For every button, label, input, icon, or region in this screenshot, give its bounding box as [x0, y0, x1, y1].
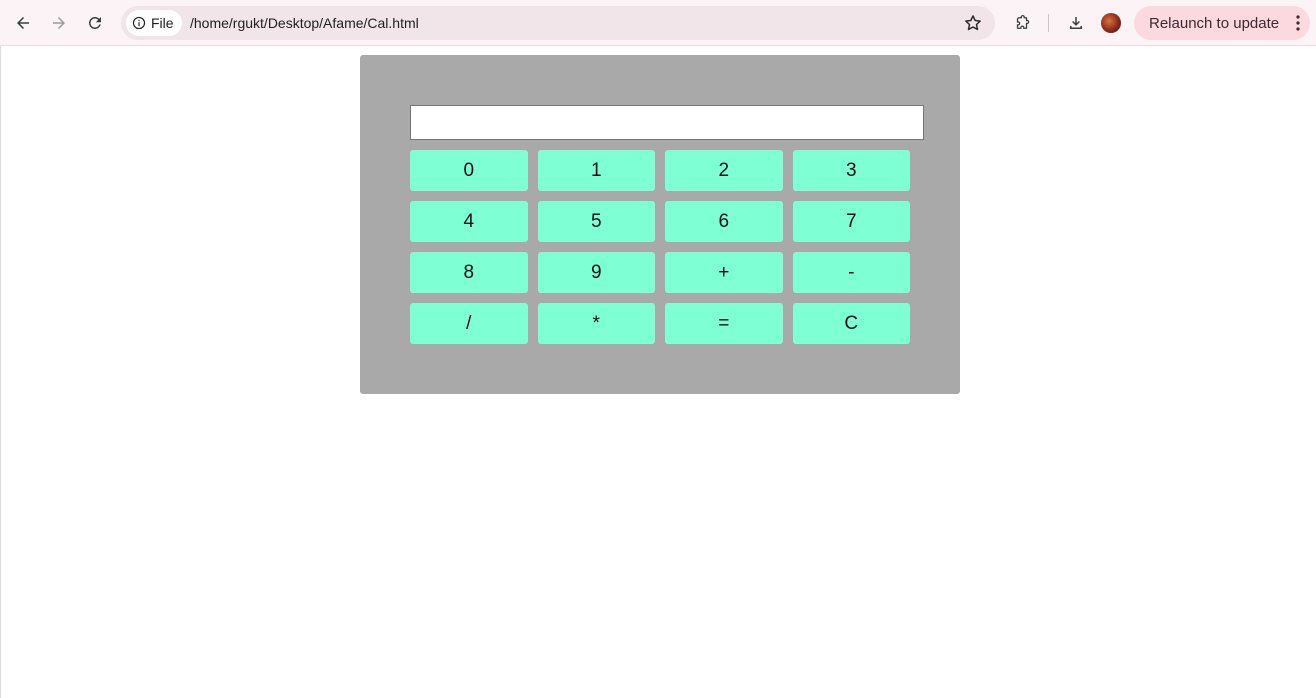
puzzle-icon — [1016, 14, 1030, 29]
calculator-keypad: 0 1 2 3 4 5 6 7 8 9 + - / * = C — [410, 150, 910, 344]
page-content: 0 1 2 3 4 5 6 7 8 9 + - / * = C — [0, 46, 1316, 698]
star-icon[interactable] — [963, 13, 983, 33]
key-8[interactable]: 8 — [410, 252, 528, 293]
address-bar[interactable]: File /home/rgukt/Desktop/Afame/Cal.html — [121, 6, 995, 40]
key-clear[interactable]: C — [792, 303, 910, 344]
relaunch-button[interactable]: Relaunch to update — [1134, 6, 1310, 40]
relaunch-label: Relaunch to update — [1149, 14, 1280, 32]
back-arrow-icon — [17, 17, 29, 29]
info-icon — [132, 16, 146, 30]
key-7[interactable]: 7 — [792, 201, 910, 242]
key-5[interactable]: 5 — [537, 201, 655, 242]
url-text[interactable]: /home/rgukt/Desktop/Afame/Cal.html — [190, 6, 419, 40]
download-icon — [1070, 17, 1082, 29]
extensions-button[interactable] — [1007, 8, 1037, 38]
key-plus[interactable]: + — [665, 252, 783, 293]
site-chip-label: File — [151, 15, 174, 31]
key-6[interactable]: 6 — [665, 201, 783, 242]
key-9[interactable]: 9 — [537, 252, 655, 293]
key-divide[interactable]: / — [410, 303, 528, 344]
kebab-menu-icon — [1296, 15, 1300, 31]
reload-button[interactable] — [80, 8, 110, 38]
key-equals[interactable]: = — [665, 303, 783, 344]
key-3[interactable]: 3 — [792, 150, 910, 191]
forward-button[interactable] — [44, 8, 74, 38]
calculator-panel: 0 1 2 3 4 5 6 7 8 9 + - / * = C — [360, 55, 960, 394]
back-button[interactable] — [8, 8, 38, 38]
key-4[interactable]: 4 — [410, 201, 528, 242]
key-1[interactable]: 1 — [537, 150, 655, 191]
key-multiply[interactable]: * — [537, 303, 655, 344]
browser-toolbar: File /home/rgukt/Desktop/Afame/Cal.html … — [0, 0, 1316, 46]
profile-avatar[interactable] — [1101, 13, 1121, 33]
calculator-display[interactable] — [410, 105, 924, 140]
key-2[interactable]: 2 — [665, 150, 783, 191]
reload-icon — [88, 16, 101, 29]
site-info-chip[interactable]: File — [126, 10, 182, 36]
toolbar-divider — [1048, 14, 1049, 32]
key-minus[interactable]: - — [792, 252, 910, 293]
downloads-button[interactable] — [1061, 8, 1091, 38]
forward-arrow-icon — [53, 17, 65, 29]
key-0[interactable]: 0 — [410, 150, 528, 191]
